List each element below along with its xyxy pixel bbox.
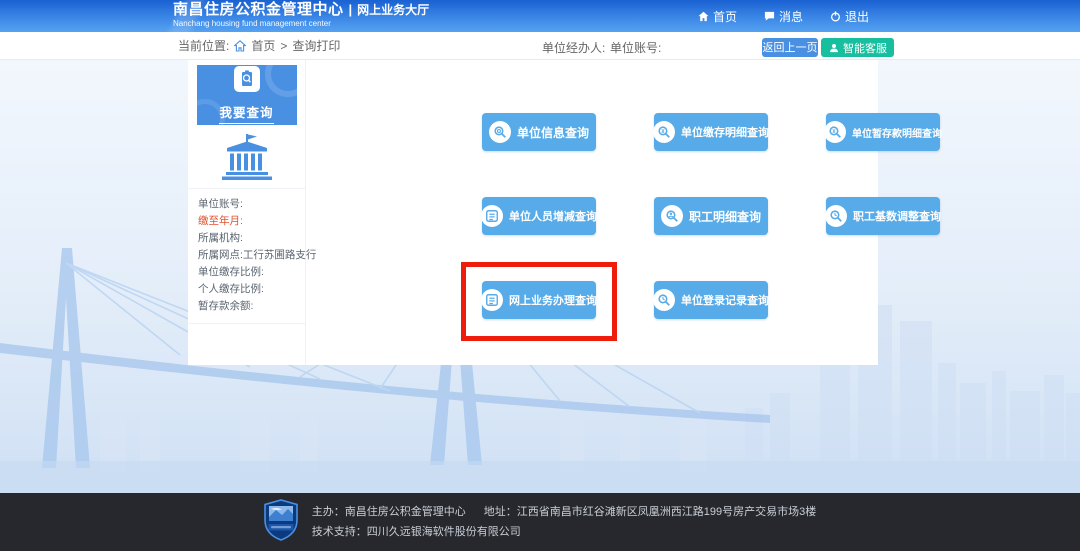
breadcrumb-current: 查询打印 [292, 37, 340, 54]
header: 南昌住房公积金管理中心 | 网上业务大厅 Nanchang housing fu… [0, 0, 1080, 32]
institution-logo-box [188, 125, 305, 189]
query-button-label: 职工明细查询 [689, 208, 761, 225]
query-button-label: 网上业务办理查询 [509, 292, 597, 308]
roster-icon [481, 289, 503, 311]
footer-text: 主办：南昌住房公积金管理中心 地址：江西省南昌市红谷滩新区凤凰洲西江路199号房产… [312, 502, 816, 542]
breadcrumb-separator: > [280, 39, 287, 53]
query-button-label: 单位缴存明细查询 [681, 124, 769, 140]
location-label: 当前位置: [178, 37, 229, 54]
info-paid-through-month: 缴至年月: [198, 213, 295, 230]
message-icon [763, 10, 775, 22]
query-button-personnel-change[interactable]: 单位人员增减查询 [482, 197, 596, 235]
customer-service-icon [828, 42, 840, 54]
home-icon [697, 10, 709, 22]
nav-messages[interactable]: 消息 [763, 8, 803, 25]
info-unit-deposit-ratio: 单位缴存比例: [198, 264, 295, 281]
footer-tech: 四川久远银海软件股份有限公司 [367, 526, 521, 538]
query-button-unit-temp-deposit-detail[interactable]: ¥ 单位暂存款明细查询 [826, 113, 940, 151]
query-button-unit-info[interactable]: 单位信息查询 [482, 113, 596, 151]
footer: 主办：南昌住房公积金管理中心 地址：江西省南昌市红谷滩新区凤凰洲西江路199号房产… [0, 493, 1080, 551]
query-button-login-records[interactable]: 单位登录记录查询 [654, 281, 768, 319]
nav-home[interactable]: 首页 [697, 8, 737, 25]
footer-address-label: 地址： [484, 506, 517, 518]
nav-home-label: 首页 [713, 8, 737, 25]
site-title: 南昌住房公积金管理中心 [173, 2, 344, 19]
info-personal-deposit-ratio: 个人缴存比例: [198, 281, 295, 298]
footer-tech-label: 技术支持： [312, 526, 367, 538]
query-button-employee-detail[interactable]: 职工明细查询 [654, 197, 768, 235]
search-coin-icon: ¥ [824, 121, 846, 143]
search-person-icon [661, 205, 683, 227]
query-button-label: 单位人员增减查询 [509, 208, 597, 224]
search-icon [489, 121, 511, 143]
smart-service-label: 智能客服 [843, 40, 887, 56]
roster-icon [481, 205, 503, 227]
account-label: 单位账号: [610, 39, 661, 56]
nav-logout[interactable]: 退出 [829, 8, 869, 25]
footer-line-tech: 技术支持：四川久远银海软件股份有限公司 [312, 522, 816, 542]
breadcrumb-bar: 当前位置: 首页 > 查询打印 单位经办人: 单位账号: 返回上一页 智能客服 [0, 32, 1080, 60]
query-button-grid: 单位信息查询 ¥ 单位缴存明细查询 ¥ 单位暂存款明细查询 单位人员增减查询 [306, 60, 878, 365]
query-button-label: 单位信息查询 [517, 124, 589, 141]
footer-host: 南昌住房公积金管理中心 [345, 506, 466, 518]
query-button-label: 职工基数调整查询 [853, 208, 941, 224]
info-branch: 所属网点:工行苏圃路支行 [198, 247, 295, 264]
query-button-unit-deposit-detail[interactable]: ¥ 单位缴存明细查询 [654, 113, 768, 151]
breadcrumb: 当前位置: 首页 > 查询打印 [178, 32, 340, 59]
site-title-block: 南昌住房公积金管理中心 | 网上业务大厅 Nanchang housing fu… [173, 2, 429, 28]
query-button-base-adjustment[interactable]: 职工基数调整查询 [826, 197, 940, 235]
title-divider: | [349, 3, 353, 17]
search-coin-icon: ¥ [653, 121, 675, 143]
unit-info-list: 单位账号: 缴至年月: 所属机构: 所属网点:工行苏圃路支行 单位缴存比例: 个… [188, 189, 305, 324]
site-title-english: Nanchang housing fund management center [173, 20, 429, 29]
footer-line-host: 主办：南昌住房公积金管理中心 地址：江西省南昌市红谷滩新区凤凰洲西江路199号房产… [312, 502, 816, 522]
back-button[interactable]: 返回上一页 [762, 38, 818, 57]
logout-icon [829, 10, 841, 22]
content-panel: 我要查询 单位账号: 缴至年月: 所属机构: 所属网点:工行苏圃路支 [188, 60, 878, 365]
institution-badge-icon [264, 499, 298, 546]
sidebar-item-query[interactable]: 我要查询 [197, 65, 297, 125]
sidebar-query-label: 我要查询 [219, 102, 273, 124]
main-area: 我要查询 单位账号: 缴至年月: 所属机构: 所属网点:工行苏圃路支 [0, 60, 1080, 493]
footer-address: 江西省南昌市红谷滩新区凤凰洲西江路199号房产交易市场3楼 [517, 506, 816, 518]
search-clock-icon [825, 205, 847, 227]
query-button-online-business[interactable]: 网上业务办理查询 [482, 281, 596, 319]
smart-service-button[interactable]: 智能客服 [821, 38, 894, 57]
info-temporary-balance: 暂存款余额: [198, 298, 295, 315]
sidebar: 我要查询 单位账号: 缴至年月: 所属机构: 所属网点:工行苏圃路支 [188, 60, 306, 365]
top-nav: 首页 消息 退出 [697, 0, 869, 32]
footer-host-label: 主办： [312, 506, 345, 518]
search-clock-icon [653, 289, 675, 311]
operator-label: 单位经办人: [542, 39, 605, 56]
info-unit-account: 单位账号: [198, 196, 295, 213]
nav-messages-label: 消息 [779, 8, 803, 25]
query-button-label: 单位暂存款明细查询 [852, 125, 942, 140]
nav-logout-label: 退出 [845, 8, 869, 25]
bank-building-icon [219, 134, 275, 180]
info-affiliated-org: 所属机构: [198, 230, 295, 247]
breadcrumb-home-icon [234, 40, 246, 52]
clipboard-search-icon [234, 66, 260, 97]
portal-title: 网上业务大厅 [357, 4, 429, 17]
breadcrumb-home-link[interactable]: 首页 [251, 37, 275, 54]
query-button-label: 单位登录记录查询 [681, 292, 769, 308]
